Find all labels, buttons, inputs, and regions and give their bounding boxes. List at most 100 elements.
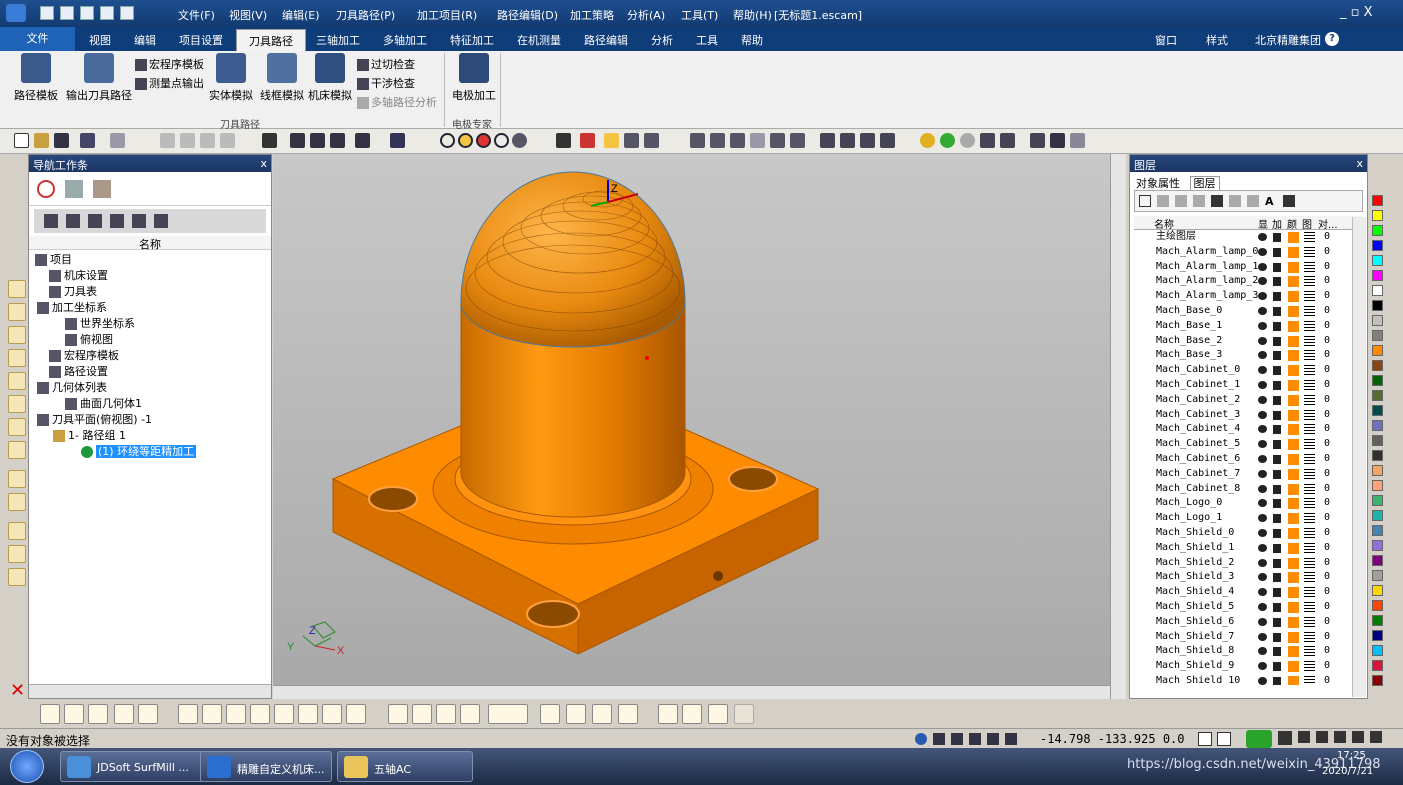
circle-tool-icon[interactable]	[8, 372, 26, 390]
delete-icon[interactable]	[160, 133, 175, 148]
tree-node-machine[interactable]: 机床设置	[29, 268, 271, 284]
lock-icon[interactable]	[1273, 277, 1281, 287]
filter-path-icon[interactable]	[298, 704, 318, 724]
eye-icon[interactable]	[1258, 632, 1267, 641]
tool-a-icon[interactable]	[540, 704, 560, 724]
layer-color-swatch[interactable]	[1288, 601, 1299, 613]
tangent-tool-icon[interactable]	[8, 418, 26, 436]
status-icon-1[interactable]	[933, 733, 945, 745]
color-icon[interactable]	[580, 133, 595, 148]
start-button[interactable]	[10, 750, 44, 783]
line-pattern-icon[interactable]	[1304, 379, 1315, 391]
line-pattern-icon[interactable]	[1304, 424, 1315, 436]
layer-row[interactable]: Mach_Shield_9 0	[1134, 659, 1363, 674]
layer-color-swatch[interactable]	[1288, 661, 1299, 673]
color-swatch[interactable]	[1372, 540, 1383, 551]
line-pattern-icon[interactable]	[1304, 276, 1315, 288]
ime-moon-icon[interactable]	[1298, 731, 1310, 743]
tree-node-tool-plane[interactable]: 刀具平面(俯视图) -1	[29, 412, 271, 428]
lock-icon[interactable]	[1273, 262, 1281, 272]
trim-tool-icon[interactable]	[8, 597, 26, 615]
layer-row[interactable]: Mach_Alarm_lamp_3 0	[1134, 289, 1363, 304]
save-icon[interactable]	[80, 6, 94, 20]
lock-icon[interactable]	[1273, 440, 1281, 450]
tool-b-icon[interactable]	[566, 704, 586, 724]
layer-row[interactable]: Mach_Logo_1 0	[1134, 511, 1363, 526]
paste-icon[interactable]	[220, 133, 235, 148]
tab-project-settings[interactable]: 项目设置	[179, 32, 223, 48]
lock-icon[interactable]	[1273, 306, 1281, 316]
eye-icon[interactable]	[1258, 662, 1267, 671]
lock-icon[interactable]	[1273, 499, 1281, 509]
layer-color-swatch[interactable]	[1288, 305, 1299, 317]
lock-icon[interactable]	[1273, 366, 1281, 376]
new-icon[interactable]	[14, 133, 29, 148]
layer-row[interactable]: Mach_Shield_7 0	[1134, 630, 1363, 645]
render-mode-icon[interactable]	[262, 133, 277, 148]
copy-icon[interactable]	[200, 133, 215, 148]
filter-surface-icon[interactable]	[226, 704, 246, 724]
extend-tool-icon[interactable]	[8, 620, 26, 638]
layer-color-swatch[interactable]	[1288, 616, 1299, 628]
layer-color-swatch[interactable]	[1288, 365, 1299, 377]
lock-icon[interactable]	[1273, 336, 1281, 346]
eye-icon[interactable]	[1258, 528, 1267, 537]
filter-icon[interactable]	[1211, 195, 1223, 207]
layer-row[interactable]: Mach_Shield_1 0	[1134, 541, 1363, 556]
hide-icon[interactable]	[980, 133, 995, 148]
wireframe-sphere-icon[interactable]	[440, 133, 455, 148]
ime-logo-icon[interactable]	[1246, 730, 1272, 748]
color-swatch[interactable]	[1372, 600, 1383, 611]
nav-tool-5-icon[interactable]	[132, 214, 146, 228]
layer-color-swatch[interactable]	[1288, 335, 1299, 347]
tool-f-icon[interactable]	[682, 704, 702, 724]
layer-row[interactable]: Mach_Shield_5 0	[1134, 600, 1363, 615]
layer-row[interactable]: Mach_Alarm_lamp_2 0	[1134, 274, 1363, 289]
grid-icon[interactable]	[644, 133, 659, 148]
layer-row[interactable]: Mach_Cabinet_5 0	[1134, 437, 1363, 452]
lock-icon[interactable]	[1273, 528, 1281, 538]
nav-tool-3-icon[interactable]	[88, 214, 102, 228]
lock-icon[interactable]	[1273, 602, 1281, 612]
eye-icon[interactable]	[1258, 469, 1267, 478]
line-tool-icon[interactable]	[8, 280, 26, 298]
grid-tool-icon[interactable]	[8, 470, 26, 488]
line-pattern-icon[interactable]	[1304, 601, 1315, 613]
eye-icon[interactable]	[1258, 454, 1267, 463]
layer-color-swatch[interactable]	[1288, 631, 1299, 643]
menu-strategy[interactable]: 加工策略	[570, 7, 614, 23]
layer-color-swatch[interactable]	[1288, 379, 1299, 391]
menu-path-edit[interactable]: 路径编辑(D)	[497, 7, 558, 23]
lock-icon[interactable]	[1273, 514, 1281, 524]
layer-row[interactable]: Mach_Shield_6 0	[1134, 615, 1363, 630]
color-swatch[interactable]	[1372, 405, 1383, 416]
offset-tool-icon[interactable]	[8, 326, 26, 344]
shaded-sphere-icon[interactable]	[458, 133, 473, 148]
eye-icon[interactable]	[1258, 233, 1267, 241]
color-swatch[interactable]	[1372, 510, 1383, 521]
tool-e-icon[interactable]	[658, 704, 678, 724]
eye-icon[interactable]	[1258, 676, 1267, 685]
layer-row[interactable]: Mach_Alarm_lamp_1 0	[1134, 260, 1363, 275]
lock-icon[interactable]	[1273, 573, 1281, 583]
layer-row[interactable]: Mach_Shield_0 0	[1134, 526, 1363, 541]
layer-color-swatch[interactable]	[1288, 261, 1299, 273]
taskbar-item-surfmill[interactable]: JDSoft SurfMill ...	[60, 751, 218, 782]
line-pattern-icon[interactable]	[1304, 453, 1315, 465]
layer-color-swatch[interactable]	[1288, 483, 1299, 495]
select-fence-icon[interactable]	[138, 704, 158, 724]
layer-row[interactable]: Mach_Shield_4 0	[1134, 585, 1363, 600]
measure-output-button[interactable]: 测量点输出	[135, 75, 204, 91]
solid-sim-button[interactable]: 实体模拟	[209, 53, 253, 103]
font-icon[interactable]: A	[1265, 195, 1274, 208]
layer-row[interactable]: Mach_Cabinet_0 0	[1134, 363, 1363, 378]
menu-file[interactable]: 文件(F)	[178, 7, 215, 23]
menu-tools[interactable]: 工具(T)	[681, 7, 718, 23]
layer-row[interactable]: Mach_Shield_2 0	[1134, 556, 1363, 571]
layer-color-swatch[interactable]	[1288, 453, 1299, 465]
outline-sphere-icon[interactable]	[494, 133, 509, 148]
line-pattern-icon[interactable]	[1304, 468, 1315, 480]
layer-row[interactable]: Mach_Cabinet_8 0	[1134, 482, 1363, 497]
menu-project[interactable]: 加工项目(R)	[417, 7, 477, 23]
lock-icon[interactable]	[1273, 351, 1281, 361]
